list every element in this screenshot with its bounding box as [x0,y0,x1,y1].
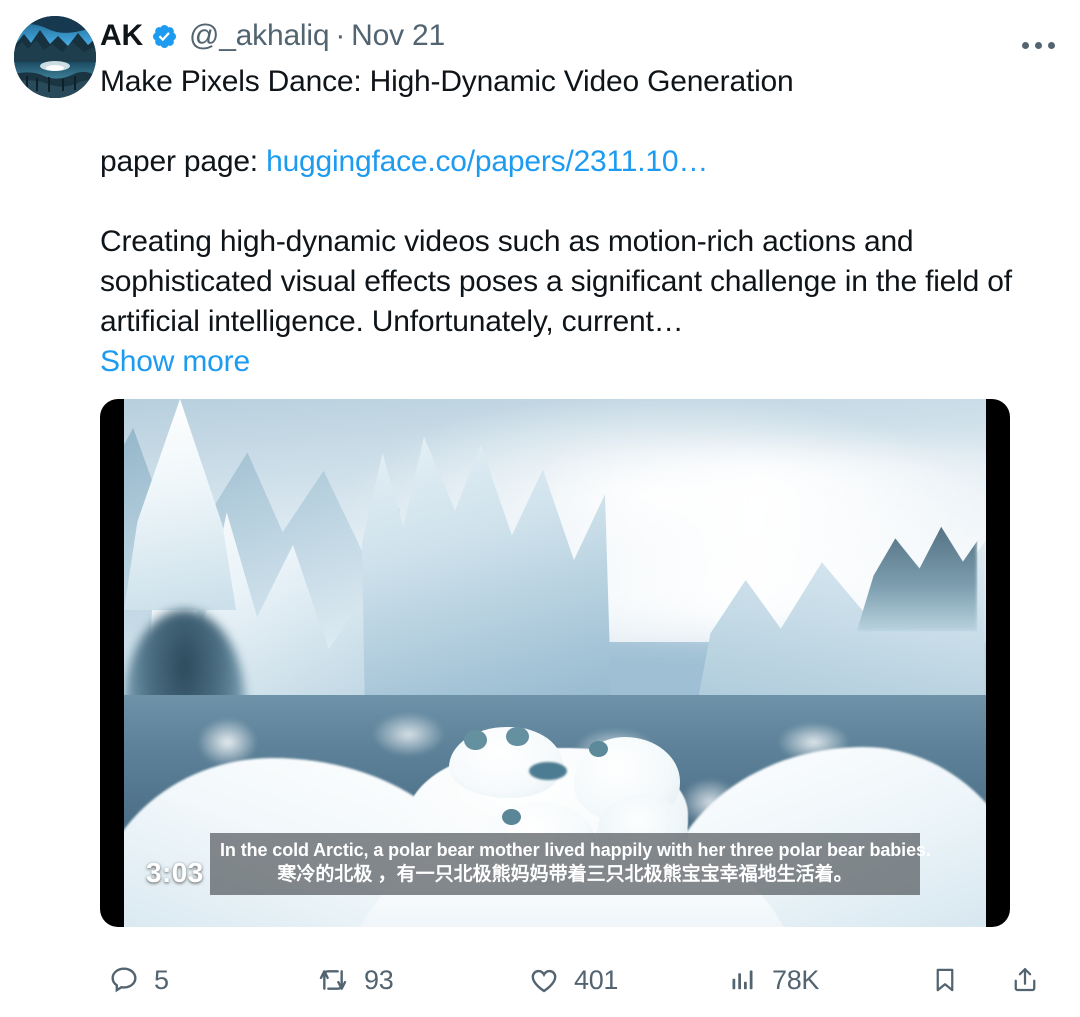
polar-bear-mother-ear-right [506,726,529,747]
share-button[interactable] [1010,957,1054,1003]
separator-dot: · [335,19,346,52]
paper-label: paper page: [100,145,267,178]
tweet-card[interactable]: AK @_akhaliq · Nov 21 Make Pixels Dance: H… [0,0,1080,1017]
text-blank-line-2 [100,182,1054,222]
tweet-action-bar: 5 93 401 78K [100,957,1036,1003]
video-caption-overlay: In the cold Arctic, a polar bear mother … [210,833,931,895]
avatar-column [14,14,100,1017]
video-duration-badge: 3:03 [146,857,204,888]
analytics-icon [732,970,753,990]
tweet-header: AK @_akhaliq · Nov 21 [100,14,1054,58]
bookmark-button[interactable] [930,957,974,1003]
paper-link[interactable]: huggingface.co/papers/2311.10… [266,145,708,178]
reply-icon [111,967,137,993]
bookmark-icon [936,968,954,992]
tweet-main-column: AK @_akhaliq · Nov 21 Make Pixels Dance: H… [100,14,1062,1017]
verified-badge-icon [151,23,178,50]
tweet-text: Make Pixels Dance: High-Dynamic Video Ge… [100,62,1054,382]
author-handle[interactable]: @_akhaliq [189,19,330,52]
video-caption-chinese: 寒冷的北极 ，有一只北极熊妈妈带着三只北极熊宝宝幸福地生活着。 [277,864,853,885]
like-count: 401 [574,964,619,995]
tweet-timestamp[interactable]: Nov 21 [351,19,445,52]
show-more-link[interactable]: Show more [100,342,250,382]
video-frame: 3:03 In the cold Arctic, a polar bear mo… [124,399,986,927]
retweet-count: 93 [364,964,394,995]
dot-1 [1021,41,1029,49]
views-count: 78K [772,964,820,995]
text-blank-line-1 [100,102,1054,142]
tweet-abstract: Creating high-dynamic videos such as mot… [100,225,1012,338]
reply-count: 5 [154,964,169,995]
dot-2 [1034,41,1042,49]
retweet-button[interactable]: 93 [316,957,394,1003]
like-button[interactable]: 401 [528,957,618,1003]
dot-3 [1047,41,1055,49]
author-handle-and-date: @_akhaliq · Nov 21 [189,21,445,51]
video-caption-english: In the cold Arctic, a polar bear mother … [220,840,931,860]
share-icon [1014,967,1036,992]
heart-icon [531,969,557,993]
retweet-icon [319,970,347,990]
polar-bear-mother-ear-left [464,730,488,750]
video-player[interactable]: 3:03 In the cold Arctic, a polar bear mo… [100,399,1010,927]
author-display-name[interactable]: AK [100,21,143,51]
tweet-paper-line: paper page: huggingface.co/papers/2311.1… [100,142,1054,182]
avatar-image [14,16,96,98]
tweet-title-line: Make Pixels Dance: High-Dynamic Video Ge… [100,65,794,98]
more-options-icon[interactable] [1016,28,1060,62]
views-button[interactable]: 78K [728,957,819,1003]
avatar[interactable] [14,16,96,98]
reply-button[interactable]: 5 [108,957,169,1003]
